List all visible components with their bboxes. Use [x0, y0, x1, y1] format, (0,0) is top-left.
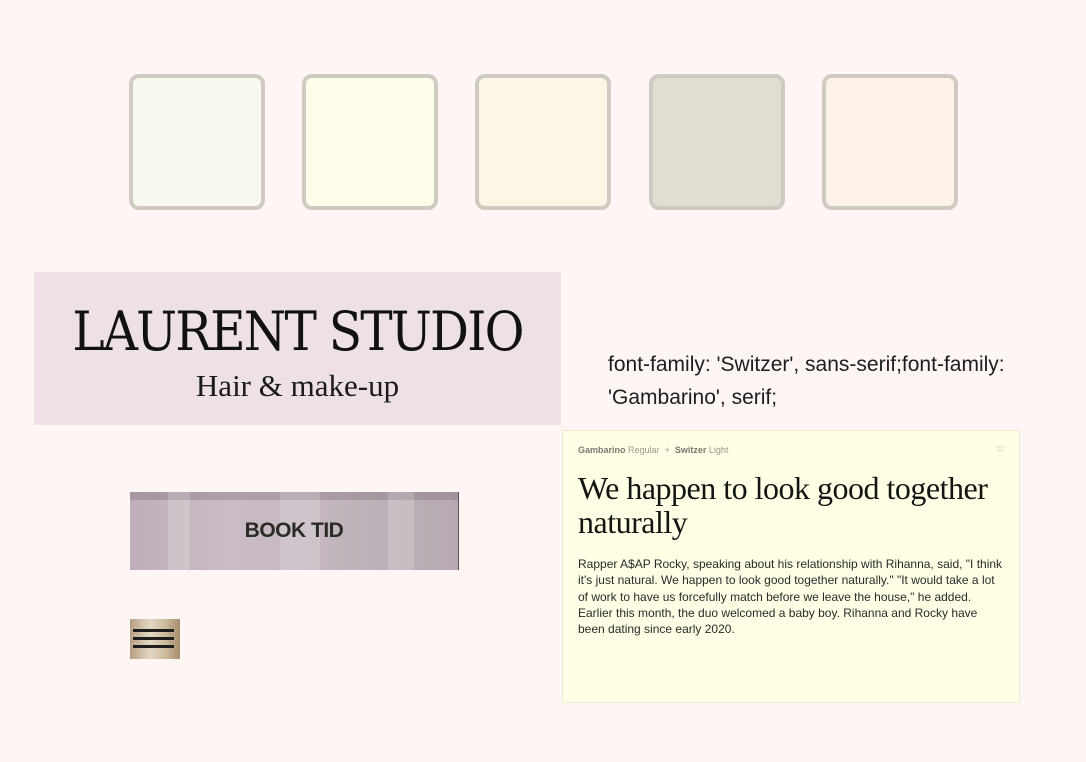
menu-line [133, 637, 174, 640]
brand-title: LAURENT STUDIO [72, 300, 524, 363]
color-swatch-2 [302, 74, 438, 210]
color-swatch-1 [129, 74, 265, 210]
book-button-label: BOOK TID [244, 519, 344, 542]
star-icon[interactable]: ☆ [995, 442, 1005, 455]
font1-weight: Regular [628, 445, 660, 455]
card-body-text: Rapper A$AP Rocky, speaking about his re… [578, 557, 1003, 637]
brand-subtitle: Hair & make-up [195, 368, 400, 403]
font-pairing-card: Gambarino Regular + Switzer Light ☆ We h… [562, 430, 1020, 703]
color-swatch-4 [649, 74, 785, 210]
font2-weight: Light [708, 445, 729, 455]
font1-name: Gambarino [578, 445, 626, 455]
font-pairing-meta: Gambarino Regular + Switzer Light [578, 445, 728, 455]
menu-line [133, 629, 174, 632]
brand-logo-block: LAURENT STUDIO Hair & make-up [34, 272, 561, 425]
hamburger-menu-icon[interactable] [130, 619, 180, 659]
font-family-css-snippet: font-family: 'Switzer', sans-serif;font-… [608, 353, 1005, 409]
menu-line [133, 645, 174, 648]
color-swatch-3 [475, 74, 611, 210]
book-button[interactable]: BOOK TID [130, 492, 459, 570]
color-swatch-5 [822, 74, 958, 210]
font2-name: Switzer [674, 445, 707, 455]
card-heading: We happen to look good together naturall… [578, 470, 988, 540]
font-separator: + [664, 445, 670, 455]
